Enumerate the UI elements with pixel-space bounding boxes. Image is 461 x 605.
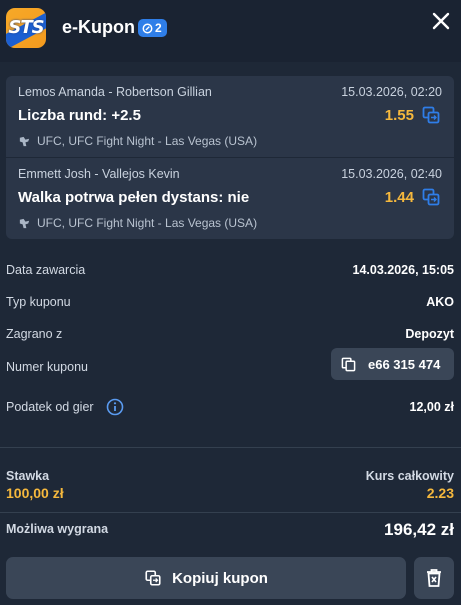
possible-win-label: Możliwa wygrana — [6, 522, 109, 536]
tax-label: Podatek od gier — [6, 400, 94, 414]
bet-count-badge: 2 — [138, 19, 167, 37]
total-odds-label: Kurs całkowity — [365, 469, 454, 483]
stake-value: 100,00 zł — [6, 485, 64, 501]
played-value: Depozyt — [405, 327, 454, 341]
type-value: AKO — [426, 295, 454, 309]
played-label: Zagrano z — [6, 327, 63, 341]
info-icon[interactable] — [106, 398, 124, 416]
date-value: 14.03.2026, 15:05 — [352, 263, 454, 277]
copy-coupon-number-button[interactable]: e66 315 474 — [331, 348, 454, 380]
bet-event: Emmett Josh - Vallejos Kevin — [18, 167, 180, 181]
detail-row-played: Zagrano z Depozyt — [6, 323, 454, 347]
bet-date: 15.03.2026, 02:40 — [341, 167, 442, 181]
logo-text: STS — [8, 17, 44, 38]
divider — [0, 447, 461, 448]
bet-odds: 1.44 — [384, 189, 414, 206]
bet-event: Lemos Amanda - Robertson Gillian — [18, 85, 212, 99]
ticket-icon — [142, 23, 153, 33]
bet-odds: 1.55 — [384, 107, 414, 124]
detail-row-number: Numer kuponu e66 315 474 — [6, 348, 454, 380]
bet-item[interactable]: Emmett Josh - Vallejos Kevin 15.03.2026,… — [6, 158, 454, 239]
swap-icon[interactable] — [421, 105, 441, 125]
coupon-number: e66 315 474 — [368, 356, 441, 372]
bet-market: Walka potrwa pełen dystans: nie — [18, 189, 250, 206]
coupon-header: STS e-Kupon 2 — [0, 0, 461, 62]
delete-coupon-button[interactable] — [414, 557, 454, 599]
type-label: Typ kuponu — [6, 295, 71, 309]
tax-value: 12,00 zł — [409, 400, 454, 414]
possible-win-value: 196,42 zł — [384, 520, 454, 539]
swap-icon[interactable] — [421, 187, 441, 207]
league-name: UFC, UFC Fight Night - Las Vegas (USA) — [37, 134, 258, 148]
detail-row-tax: Podatek od gier 12,00 zł — [6, 396, 454, 420]
league-name: UFC, UFC Fight Night - Las Vegas (USA) — [37, 216, 258, 230]
bet-league: UFC, UFC Fight Night - Las Vegas (USA) — [18, 134, 257, 148]
copy-coupon-icon — [145, 570, 161, 586]
bet-list: Lemos Amanda - Robertson Gillian 15.03.2… — [6, 76, 454, 239]
mma-icon — [19, 218, 30, 228]
bet-league: UFC, UFC Fight Night - Las Vegas (USA) — [18, 216, 257, 230]
copy-coupon-label: Kopiuj kupon — [172, 569, 268, 587]
divider — [0, 512, 461, 513]
sts-logo: STS — [6, 8, 46, 48]
date-label: Data zawarcia — [6, 263, 86, 277]
detail-row-date: Data zawarcia 14.03.2026, 15:05 — [6, 259, 454, 283]
number-label: Numer kuponu — [6, 360, 88, 374]
detail-row-type: Typ kuponu AKO — [6, 291, 454, 315]
total-odds-value: 2.23 — [426, 485, 454, 501]
stake-label: Stawka — [6, 469, 50, 483]
close-icon[interactable] — [428, 8, 454, 34]
copy-coupon-button[interactable]: Kopiuj kupon — [6, 557, 406, 599]
copy-icon — [341, 357, 356, 371]
page-title: e-Kupon — [62, 17, 135, 37]
bet-date: 15.03.2026, 02:20 — [341, 85, 442, 99]
mma-icon — [19, 136, 30, 146]
bet-item[interactable]: Lemos Amanda - Robertson Gillian 15.03.2… — [6, 76, 454, 157]
bet-count: 2 — [155, 21, 162, 35]
trash-icon — [427, 569, 441, 587]
bet-market: Liczba rund: +2.5 — [18, 107, 141, 124]
